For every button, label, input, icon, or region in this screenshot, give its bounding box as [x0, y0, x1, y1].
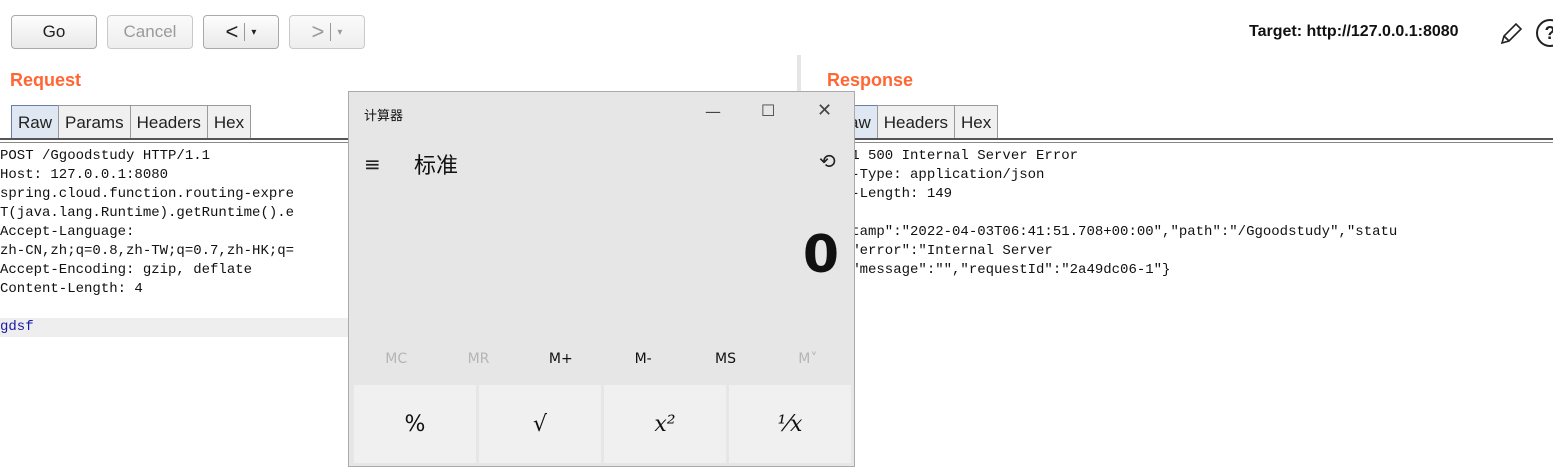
code-line: mestamp":"2022-04-03T06:41:51.708+00:00"…	[826, 224, 1398, 240]
key-row: % √ x² ⅟x	[354, 385, 851, 463]
window-title: 计算器	[364, 109, 404, 124]
history-icon[interactable]: ⟲	[819, 149, 836, 173]
request-editor[interactable]: POST /Ggoodstudy HTTP/1.1 Host: 127.0.0.…	[0, 147, 350, 337]
code-line: Content-Length: 4	[0, 281, 143, 297]
calculator-mode: 标准	[414, 154, 459, 179]
square-root-key[interactable]: √	[479, 385, 601, 463]
reciprocal-key-label: ⅟x	[777, 411, 803, 437]
code-line: T(java.lang.Runtime).getRuntime().e	[0, 205, 295, 221]
forward-button[interactable]: > ▾	[289, 15, 365, 49]
maximize-icon[interactable]: ☐	[761, 101, 775, 120]
tab-headers[interactable]: Headers	[129, 105, 208, 139]
code-line: /1.1 500 Internal Server Error	[826, 148, 1079, 164]
memory-list-button[interactable]: M˅	[767, 346, 849, 372]
cancel-button[interactable]: Cancel	[107, 15, 193, 49]
calculator-display: 0	[802, 225, 839, 285]
back-arrow-icon: <	[225, 19, 239, 44]
tab-raw[interactable]: Raw	[11, 105, 60, 139]
code-line: Accept-Encoding: gzip, deflate	[0, 262, 253, 278]
code-line: zh-CN,zh;q=0.8,zh-TW;q=0.7,zh-HK;q=	[0, 243, 295, 259]
calculator-window: 计算器 — ☐ ✕ ≡ 标准 ⟲ 0 MC MR M+ M- MS M˅ % √…	[348, 91, 855, 467]
memory-subtract-button[interactable]: M-	[602, 346, 684, 372]
help-icon[interactable]: ?	[1536, 19, 1553, 47]
memory-store-button[interactable]: MS	[684, 346, 766, 372]
target-label: Target: http://127.0.0.1:8080	[1249, 23, 1459, 40]
toolbar: Go Cancel < ▾ > ▾ Target: http://127.0.0…	[0, 0, 1553, 62]
response-title: Response	[827, 70, 914, 90]
tab-hex[interactable]: Hex	[206, 105, 252, 139]
separator	[244, 23, 246, 41]
chevron-down-icon: ▾	[337, 26, 343, 38]
chevron-down-icon: ▾	[251, 26, 257, 38]
square-key-label: x²	[654, 411, 676, 437]
request-tabs: Raw Params Headers Hex	[11, 105, 252, 139]
go-button[interactable]: Go	[11, 15, 97, 49]
tab-hex[interactable]: Hex	[954, 105, 999, 139]
request-body-line: gdsf	[0, 318, 350, 337]
forward-arrow-icon: >	[311, 19, 325, 44]
request-title: Request	[10, 70, 82, 90]
response-viewer[interactable]: /1.1 500 Internal Server Error ent-Type:…	[826, 147, 1553, 280]
pencil-icon[interactable]	[1497, 20, 1525, 48]
code-line: r","message":"","requestId":"2a49dc06-1"…	[826, 262, 1171, 278]
code-line: POST /Ggoodstudy HTTP/1.1	[0, 148, 211, 164]
code-line: spring.cloud.function.routing-expre	[0, 186, 295, 202]
tab-params[interactable]: Params	[58, 105, 131, 139]
memory-add-button[interactable]: M+	[520, 346, 602, 372]
code-line: ent-Type: application/json	[826, 167, 1045, 183]
code-line: Host: 127.0.0.1:8080	[0, 167, 169, 183]
response-tabs: aw Headers Hex	[842, 105, 999, 139]
minimize-icon[interactable]: —	[705, 102, 721, 121]
square-key[interactable]: x²	[604, 385, 726, 463]
reciprocal-key[interactable]: ⅟x	[729, 385, 851, 463]
tab-headers[interactable]: Headers	[876, 105, 955, 139]
back-button[interactable]: < ▾	[203, 15, 279, 49]
memory-clear-button[interactable]: MC	[355, 346, 437, 372]
memory-recall-button[interactable]: MR	[437, 346, 519, 372]
hamburger-menu-icon[interactable]: ≡	[364, 152, 381, 176]
code-line: 00,"error":"Internal Server	[826, 243, 1053, 259]
code-line: Accept-Language:	[0, 224, 135, 240]
tab-underline	[826, 138, 1553, 143]
memory-row: MC MR M+ M- MS M˅	[355, 346, 849, 372]
percent-key[interactable]: %	[354, 385, 476, 463]
close-icon[interactable]: ✕	[817, 100, 832, 121]
separator	[330, 23, 332, 41]
